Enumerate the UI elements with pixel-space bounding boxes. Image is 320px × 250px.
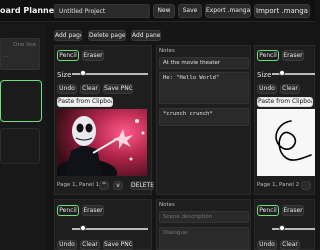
size-slider-handle[interactable] [80,70,86,76]
add-panel-button[interactable]: Add panel [131,30,161,41]
sidebar-notes-more: ... [3,53,9,59]
import-button[interactable]: Import .manga [254,4,310,18]
delete-panel-button[interactable]: DELETE [130,181,154,190]
clear-button[interactable]: Clear [280,240,300,250]
sidebar-page-thumb-2[interactable] [0,128,40,164]
sidebar-notes[interactable]: One line ... [0,38,40,70]
undo-button[interactable]: Undo [257,240,277,250]
pencil-button[interactable]: Pencil [257,205,279,216]
add-page-button[interactable]: Add page [54,30,82,41]
new-button[interactable]: New [153,4,175,18]
notes-label: Notes [159,48,175,54]
move-up-button[interactable]: ^ [99,181,109,190]
panel-canvas-image[interactable] [57,109,147,176]
panel-footer-label: Page 1, Panel 2 [257,182,300,188]
panel-footer-label: Page 1, Panel 1 [57,182,100,188]
illustration-svg [57,109,147,176]
export-button[interactable]: Export .manga [205,4,251,18]
eraser-button[interactable]: Eraser [82,50,104,61]
save-button[interactable]: Save [178,4,202,18]
sidebar-notes-placeholder: One line [13,42,36,48]
clear-button[interactable]: Clear [80,84,100,94]
pencil-button[interactable]: Pencil [57,50,79,61]
app-title: oard Planner [0,6,59,15]
size-slider-handle[interactable] [80,225,86,231]
dialogue-input[interactable]: He: "Hello World" [159,72,249,104]
size-slider-handle[interactable] [279,70,285,76]
move-up-button[interactable] [301,181,311,190]
undo-button[interactable]: Undo [57,84,77,94]
eraser-button[interactable]: Eraser [282,50,304,61]
clear-button[interactable]: Clear [280,84,300,94]
eraser-button[interactable]: Eraser [282,205,304,216]
scene-description-input[interactable]: At the movie theater [159,57,249,69]
pencil-button[interactable]: Pencil [257,50,279,61]
panel-canvas-drawing[interactable] [257,109,315,176]
paste-clipboard-button[interactable]: Paste from Clipboard [57,97,113,107]
move-down-button[interactable]: v [113,181,123,190]
sfx-input[interactable]: *crunch crunch* [159,108,249,126]
save-png-button[interactable]: Save PNG [103,240,133,250]
undo-button[interactable]: Undo [257,84,277,94]
size-slider-handle[interactable] [279,225,285,231]
eraser-button[interactable]: Eraser [82,205,104,216]
save-png-button[interactable]: Save PNG [103,84,133,94]
dialogue-input[interactable]: Dialogue [159,227,249,250]
scene-description-input[interactable]: Scene description [159,211,249,223]
clear-button[interactable]: Clear [80,240,100,250]
project-name-input[interactable]: Untitled Project [54,4,150,18]
size-label: Size [57,71,72,79]
paste-clipboard-button[interactable]: Paste from Clipboard [257,97,313,107]
size-label: Size [257,71,272,79]
undo-button[interactable]: Undo [57,240,77,250]
sidebar-page-thumb-1[interactable] [0,80,42,122]
sketch-svg [275,120,312,161]
delete-page-button[interactable]: Delete page [88,30,126,41]
notes-label: Notes [159,202,175,208]
pencil-button[interactable]: Pencil [57,205,79,216]
